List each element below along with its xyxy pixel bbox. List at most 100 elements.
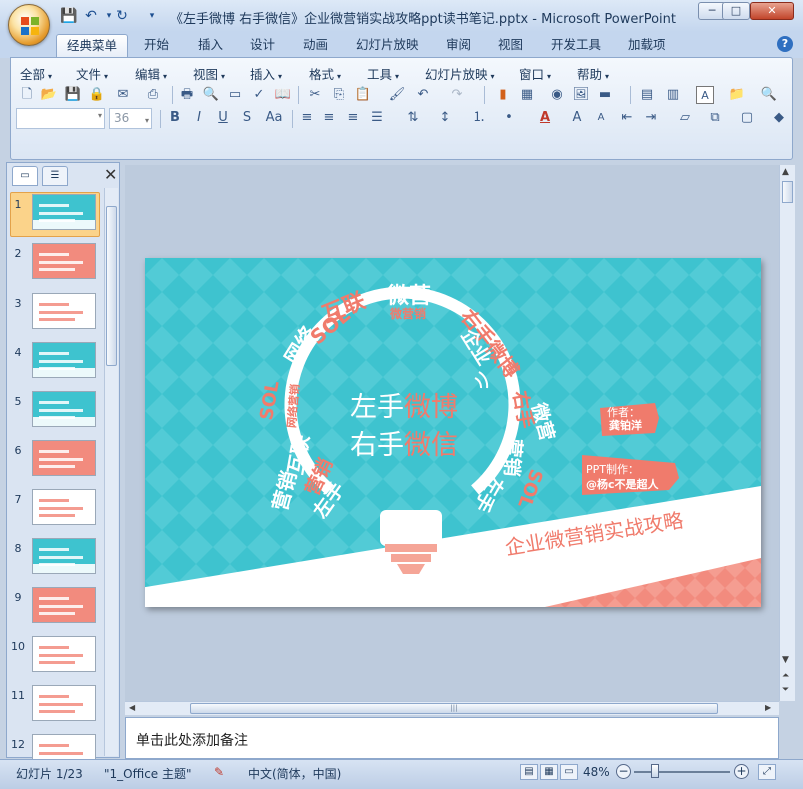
- slide-thumbnail[interactable]: [32, 342, 96, 378]
- color-grayscale-icon[interactable]: ▬: [596, 86, 614, 104]
- horizontal-scrollbar[interactable]: ◀ ||| ▶: [125, 701, 779, 715]
- new-slide-icon[interactable]: ▤: [638, 86, 656, 104]
- clipart-icon[interactable]: ◉: [548, 86, 566, 104]
- align-center-icon[interactable]: ≡: [320, 109, 338, 127]
- slides-pane-scrollbar[interactable]: [104, 188, 118, 756]
- tab-design[interactable]: 设计: [240, 34, 285, 57]
- quick-styles-icon[interactable]: ▢: [738, 109, 756, 127]
- research-icon[interactable]: 📖: [274, 86, 292, 104]
- scrollbar-thumb[interactable]: [782, 181, 793, 203]
- language-indicator[interactable]: 中文(简体，中国): [248, 765, 341, 782]
- cut-icon[interactable]: ✂: [306, 86, 324, 104]
- zoom-in-button[interactable]: +: [734, 764, 749, 779]
- zoom-slider-track[interactable]: [634, 771, 730, 773]
- spelling-check-icon[interactable]: ✎: [214, 765, 224, 779]
- slideshow-view-button[interactable]: ▭: [560, 764, 578, 780]
- chart-icon[interactable]: ▮: [494, 86, 512, 104]
- slide-sorter-view-button[interactable]: ▦: [540, 764, 558, 780]
- tab-addins[interactable]: 加载项: [618, 34, 676, 57]
- email-icon[interactable]: ✉: [114, 86, 132, 104]
- zoom-icon[interactable]: 🔍: [760, 86, 778, 104]
- justify-icon[interactable]: ☰: [368, 109, 386, 127]
- paste-icon[interactable]: 📋: [354, 86, 372, 104]
- menu-insert[interactable]: 插入 ▾: [250, 64, 282, 83]
- slide-thumbnail[interactable]: [32, 685, 96, 721]
- notes-pane[interactable]: 单击此处添加备注: [125, 717, 779, 759]
- menu-window[interactable]: 窗口 ▾: [519, 64, 551, 83]
- spelling-icon[interactable]: ✓: [250, 86, 268, 104]
- line-spacing-icon[interactable]: ↕: [436, 109, 454, 127]
- bullets-icon[interactable]: •: [500, 109, 518, 127]
- undo-icon[interactable]: ↶: [414, 86, 432, 104]
- slide-thumbnail[interactable]: [32, 489, 96, 525]
- align-right-icon[interactable]: ≡: [344, 109, 362, 127]
- menu-tools[interactable]: 工具 ▾: [367, 64, 399, 83]
- menu-file[interactable]: 文件 ▾: [76, 64, 108, 83]
- help-icon[interactable]: ?: [777, 36, 793, 52]
- maximize-button[interactable]: □: [722, 2, 750, 20]
- shape-fill-icon[interactable]: ◆: [770, 109, 788, 127]
- pdf-icon[interactable]: ⎙: [144, 86, 162, 104]
- tab-review[interactable]: 审阅: [436, 34, 481, 57]
- print-icon[interactable]: 🖶: [178, 86, 196, 104]
- slide-canvas[interactable]: 左手微博 右手微信 网络 SOL 互联 微营 微营销 右手微博 企业 微营 右手…: [145, 258, 761, 607]
- menu-slideshow[interactable]: 幻灯片放映 ▾: [425, 64, 495, 83]
- zoom-slider-thumb[interactable]: [651, 764, 659, 778]
- menu-view[interactable]: 视图 ▾: [193, 64, 225, 83]
- shadow-icon[interactable]: S: [238, 109, 256, 127]
- tab-slideshow[interactable]: 幻灯片放映: [346, 34, 429, 57]
- align-left-icon[interactable]: ≡: [298, 109, 316, 127]
- save-icon[interactable]: 💾: [60, 7, 78, 25]
- change-case-icon[interactable]: Aa: [262, 109, 286, 127]
- tab-insert[interactable]: 插入: [188, 34, 233, 57]
- scroll-down-icon[interactable]: ▼: [782, 655, 789, 665]
- slides-tab[interactable]: ▭: [12, 166, 38, 186]
- permission-icon[interactable]: 🔒: [88, 86, 106, 104]
- shapes-icon[interactable]: ▱: [676, 109, 694, 127]
- undo-icon[interactable]: ↶: [82, 7, 100, 25]
- tab-classic-menu[interactable]: 经典菜单: [56, 34, 129, 57]
- menu-format[interactable]: 格式 ▾: [309, 64, 341, 83]
- customize-qat-icon[interactable]: ▾: [143, 7, 161, 25]
- close-button[interactable]: ✕: [750, 2, 794, 20]
- increase-indent-icon[interactable]: ⇥: [642, 109, 660, 127]
- format-painter-icon[interactable]: 🖌: [388, 86, 406, 104]
- italic-icon[interactable]: I: [190, 109, 208, 127]
- slide-thumbnail[interactable]: [32, 293, 96, 329]
- font-color-icon[interactable]: A: [536, 109, 554, 127]
- vertical-scrollbar[interactable]: ▲ ▼ ⏶ ⏷: [779, 165, 795, 701]
- menu-help[interactable]: 帮助 ▾: [577, 64, 609, 83]
- picture-icon[interactable]: 🖼: [572, 86, 590, 104]
- print-preview-icon[interactable]: 🔍: [202, 86, 220, 104]
- tab-view[interactable]: 视图: [488, 34, 533, 57]
- slide-thumbnail[interactable]: [32, 243, 96, 279]
- font-size-select[interactable]: 36 ▾: [109, 108, 152, 129]
- redo-icon[interactable]: ↷: [448, 86, 466, 104]
- scrollbar-thumb[interactable]: [106, 206, 117, 366]
- new-icon[interactable]: 🗋: [18, 86, 36, 104]
- outline-tab[interactable]: ☰: [42, 166, 68, 186]
- copy-icon[interactable]: ⎘: [330, 86, 348, 104]
- close-icon[interactable]: ✕: [104, 166, 117, 184]
- bold-icon[interactable]: B: [166, 109, 184, 127]
- scroll-left-icon[interactable]: ◀: [129, 703, 135, 712]
- slide-thumbnail[interactable]: [32, 391, 96, 427]
- tab-developer[interactable]: 开发工具: [541, 34, 611, 57]
- slide-thumbnail[interactable]: [32, 636, 96, 672]
- redo-icon[interactable]: ↻: [113, 7, 131, 25]
- underline-icon[interactable]: U: [214, 109, 232, 127]
- table-icon[interactable]: ▦: [518, 86, 536, 104]
- tab-animation[interactable]: 动画: [293, 34, 338, 57]
- slide-thumbnail[interactable]: [32, 538, 96, 574]
- text-direction-icon[interactable]: ⇅: [404, 109, 422, 127]
- scroll-right-icon[interactable]: ▶: [765, 703, 771, 712]
- zoom-level[interactable]: 48%: [583, 765, 610, 779]
- scrollbar-thumb[interactable]: |||: [190, 703, 718, 714]
- slide-thumbnail[interactable]: [32, 587, 96, 623]
- save-icon[interactable]: 💾: [64, 86, 82, 104]
- zoom-out-button[interactable]: −: [616, 764, 631, 779]
- normal-view-button[interactable]: ▤: [520, 764, 538, 780]
- office-button[interactable]: [8, 4, 50, 46]
- scroll-up-icon[interactable]: ▲: [782, 167, 789, 177]
- layout-icon[interactable]: ▥: [664, 86, 682, 104]
